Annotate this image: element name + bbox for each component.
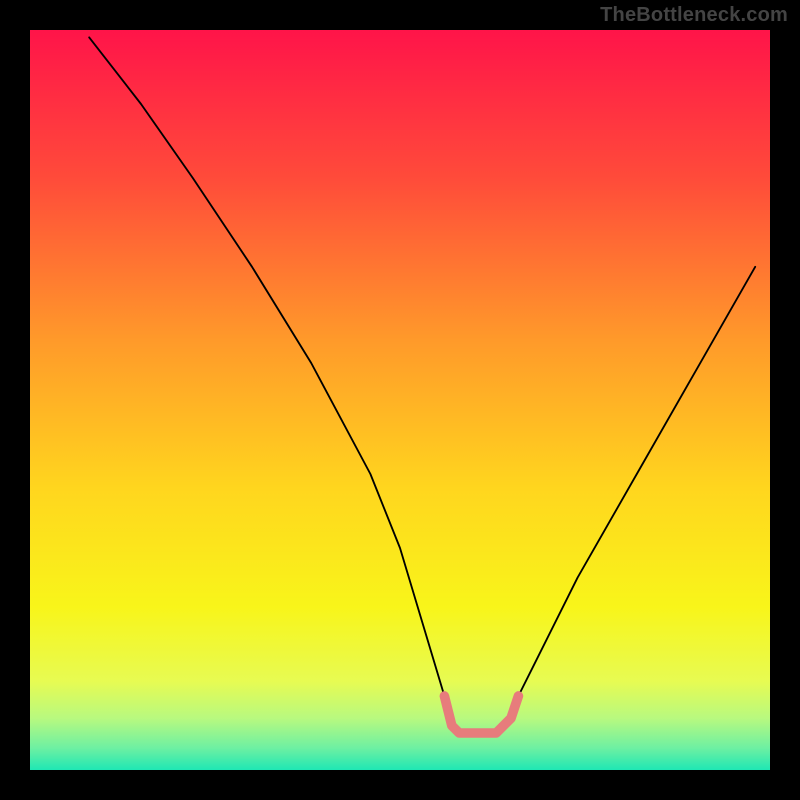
plot-area xyxy=(30,30,770,770)
watermark-text: TheBottleneck.com xyxy=(600,4,788,27)
chart-svg xyxy=(30,30,770,770)
gradient-background-rect xyxy=(30,30,770,770)
chart-frame: TheBottleneck.com xyxy=(0,0,800,800)
